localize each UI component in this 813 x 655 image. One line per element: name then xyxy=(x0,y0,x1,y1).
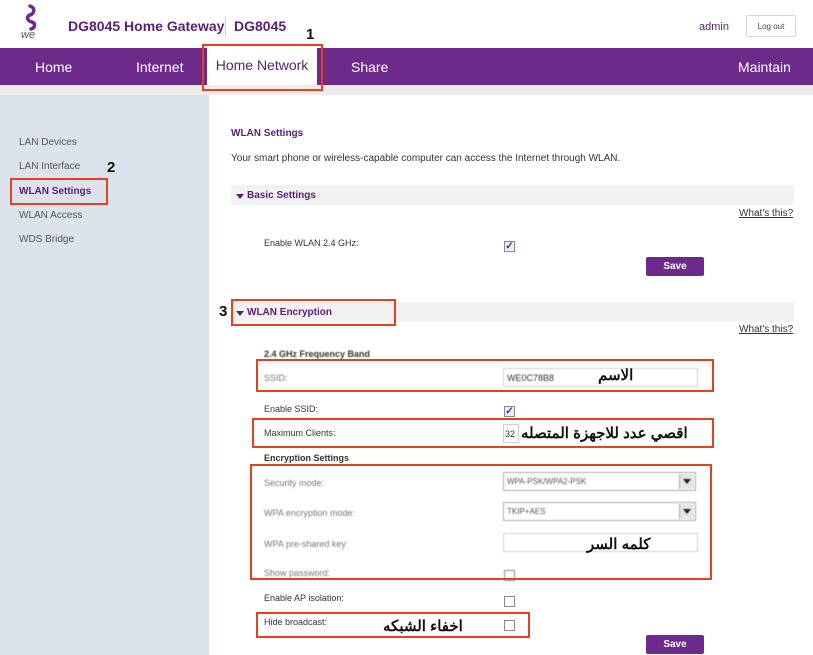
logout-button[interactable]: Log out xyxy=(746,15,796,37)
whats-this-link[interactable]: What's this? xyxy=(739,208,793,219)
sidebar-item-lan-interface[interactable]: LAN Interface xyxy=(19,161,80,172)
sidebar-item-wds-bridge[interactable]: WDS Bridge xyxy=(19,234,74,245)
nav-maintain[interactable]: Maintain xyxy=(738,48,791,85)
annotation-box-encryption xyxy=(231,299,396,326)
annotation-step-1: 1 xyxy=(306,26,315,43)
sidebar-item-wlan-access[interactable]: WLAN Access xyxy=(19,210,82,221)
save-button[interactable]: Save xyxy=(646,635,704,654)
annotation-box-ssid xyxy=(256,359,714,392)
enable-wlan-checkbox[interactable] xyxy=(504,241,515,252)
whats-this-link[interactable]: What's this? xyxy=(739,324,793,335)
page-description: Your smart phone or wireless-capable com… xyxy=(231,153,621,164)
annotation-ssid-note: الاسم xyxy=(598,367,634,384)
encryption-heading: Encryption Settings xyxy=(264,453,350,463)
annotation-hide-note: اخفاء الشبكه xyxy=(383,618,463,635)
annotation-box-encryption-settings xyxy=(250,464,712,580)
sidebar-item-lan-devices[interactable]: LAN Devices xyxy=(19,137,77,148)
page-title: WLAN Settings xyxy=(231,128,304,139)
app-title: DG8045 Home Gateway xyxy=(68,18,225,34)
band-heading: 2.4 GHz Frequency Band xyxy=(264,349,371,359)
save-button[interactable]: Save xyxy=(646,257,704,276)
annotation-box-nav xyxy=(202,44,323,91)
annotation-box-sidebar xyxy=(10,178,108,205)
username: admin xyxy=(699,21,729,33)
enable-ssid-checkbox[interactable] xyxy=(504,406,515,417)
collapse-triangle-icon xyxy=(236,194,244,199)
ap-isolation-label: Enable AP isolation: xyxy=(264,593,344,603)
main-nav xyxy=(0,48,813,85)
nav-share[interactable]: Share xyxy=(351,48,388,85)
annotation-password-note: كلمه السر xyxy=(587,536,651,553)
enable-ssid-label: Enable SSID: xyxy=(264,404,319,414)
annotation-step-2: 2 xyxy=(107,159,116,176)
nav-internet[interactable]: Internet xyxy=(136,48,183,85)
we-logo: we xyxy=(18,4,52,44)
model-name: DG8045 xyxy=(234,18,287,34)
annotation-step-3: 3 xyxy=(219,303,228,320)
nav-shadow xyxy=(0,85,813,95)
enable-wlan-label: Enable WLAN 2.4 GHz: xyxy=(264,238,359,248)
basic-settings-label: Basic Settings xyxy=(247,190,316,201)
nav-home[interactable]: Home xyxy=(35,48,72,85)
ap-isolation-checkbox[interactable] xyxy=(504,596,515,607)
logo-text: we xyxy=(21,29,36,41)
title-divider xyxy=(225,17,226,36)
annotation-max-clients-note: اقصي عدد للاجهزة المتصله xyxy=(521,425,688,442)
